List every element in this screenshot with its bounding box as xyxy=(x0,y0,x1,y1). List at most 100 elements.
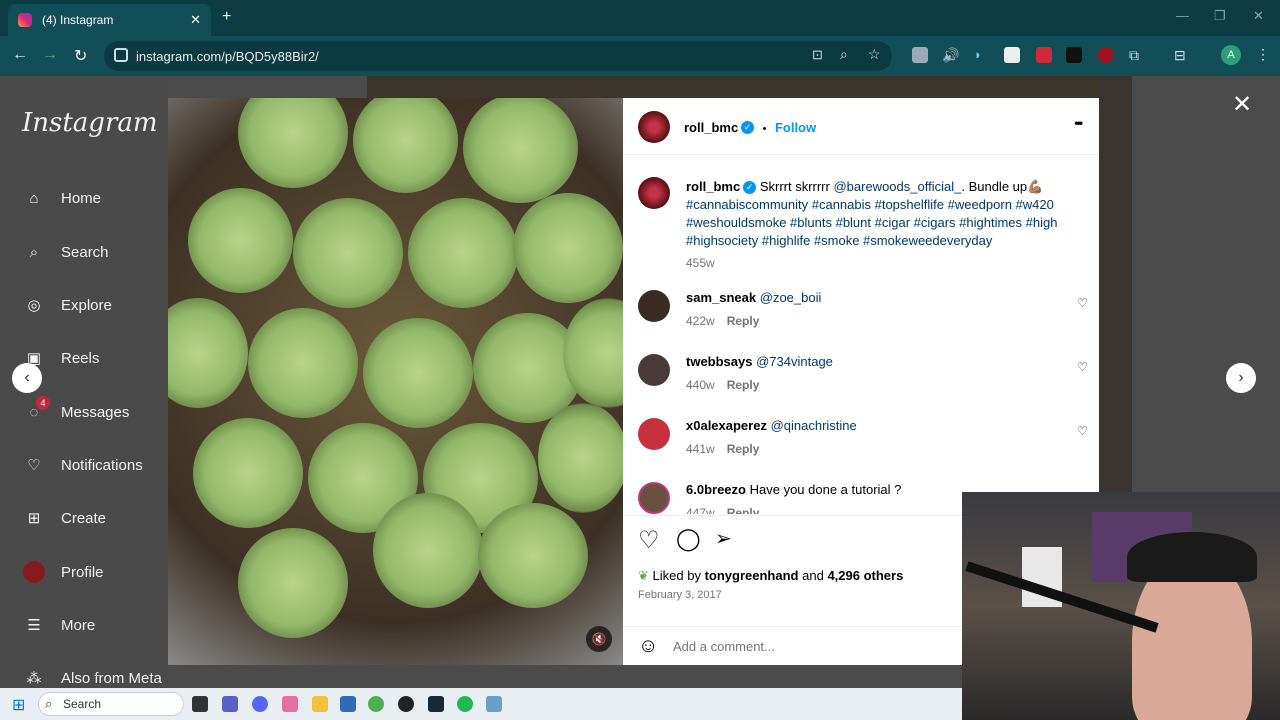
copilot-icon[interactable] xyxy=(282,696,298,712)
likes-count[interactable]: 4,296 others xyxy=(827,568,903,583)
like-comment-heart-icon[interactable]: ♡ xyxy=(1077,360,1088,374)
comment-text[interactable]: @734vintage xyxy=(756,354,833,369)
caption-hashtags[interactable]: #cannabiscommunity #cannabis #topshelfli… xyxy=(686,197,1057,248)
comment-username[interactable]: sam_sneak xyxy=(686,290,756,305)
bookmark-star-icon[interactable]: ☆ xyxy=(868,46,881,63)
minimize-icon[interactable]: — xyxy=(1176,8,1189,23)
sidebar-item-notifications[interactable]: ♡ Notifications xyxy=(22,453,142,477)
like-comment-heart-icon[interactable]: ♡ xyxy=(1077,296,1088,310)
webcam-overlay xyxy=(962,492,1280,720)
caption-author[interactable]: roll_bmc xyxy=(686,179,740,194)
instagram-favicon-icon xyxy=(18,13,32,27)
sidebar-item-search[interactable]: ⌕ Search xyxy=(22,240,109,264)
next-post-button[interactable]: › xyxy=(1226,363,1256,393)
chrome-icon[interactable] xyxy=(368,696,384,712)
tab-title: (4) Instagram xyxy=(42,13,114,27)
audio-extension-icon[interactable]: ◗ xyxy=(974,47,990,63)
browser-tab[interactable]: (4) Instagram ✕ xyxy=(8,4,211,36)
liked-by-user[interactable]: tonygreenhand xyxy=(705,568,799,583)
comment-username[interactable]: 6.0breezo xyxy=(686,482,746,497)
maximize-icon[interactable]: ❐ xyxy=(1214,8,1226,24)
site-info-icon[interactable] xyxy=(114,48,128,62)
reply-button[interactable]: Reply xyxy=(727,378,760,392)
sidebar-item-messages[interactable]: ◌ 4 Messages xyxy=(22,396,129,424)
sidebar-item-home[interactable]: ⌂ Home xyxy=(22,186,101,210)
close-window-icon[interactable]: ✕ xyxy=(1253,8,1264,24)
reload-icon[interactable]: ↻ xyxy=(74,46,87,66)
search-icon: ⌕ xyxy=(29,243,39,261)
header-separator: • xyxy=(762,123,767,135)
reply-button[interactable]: Reply xyxy=(727,442,760,456)
sidebar-item-profile[interactable]: Profile xyxy=(22,560,104,584)
blunt-end xyxy=(363,318,473,428)
comment-text[interactable]: @zoe_boii xyxy=(760,290,822,305)
home-icon: ⌂ xyxy=(29,189,39,207)
red-extension-icon[interactable] xyxy=(1036,47,1052,63)
shield-extension-icon[interactable] xyxy=(912,47,928,63)
file-explorer-icon[interactable] xyxy=(312,696,328,712)
previous-post-button[interactable]: ‹ xyxy=(12,363,42,393)
sidepanel-icon[interactable]: ⊟ xyxy=(1174,47,1190,63)
like-comment-heart-icon[interactable]: ♡ xyxy=(1077,424,1088,438)
close-post-icon[interactable]: ✕ xyxy=(1232,90,1252,119)
reply-button[interactable]: Reply xyxy=(727,506,760,514)
ublock-icon[interactable] xyxy=(1098,47,1114,63)
back-icon[interactable]: ← xyxy=(12,46,28,64)
sidebar-item-more[interactable]: ☰ More xyxy=(22,613,95,637)
comment-username[interactable]: twebbsays xyxy=(686,354,752,369)
like-heart-icon[interactable]: ♡ xyxy=(638,526,660,555)
author-avatar[interactable] xyxy=(638,111,670,143)
caption-mention[interactable]: @barewoods_official_ xyxy=(833,179,961,194)
menu-kebab-icon[interactable]: ⋮ xyxy=(1256,46,1270,63)
discord-icon[interactable] xyxy=(252,696,268,712)
extensions-puzzle-icon[interactable]: ⧉ xyxy=(1129,47,1145,63)
post-image[interactable]: 🔇 xyxy=(168,98,623,665)
more-options-icon[interactable]: ••• xyxy=(1074,116,1082,130)
commenter-avatar[interactable] xyxy=(638,418,670,450)
close-tab-icon[interactable]: ✕ xyxy=(190,12,201,28)
liked-by: ❦ Liked by tonygreenhand and 4,296 other… xyxy=(638,568,903,584)
photos-icon[interactable] xyxy=(486,696,502,712)
caption-author-avatar[interactable] xyxy=(638,177,670,209)
forward-icon[interactable]: → xyxy=(42,46,58,64)
commenter-avatar[interactable] xyxy=(638,290,670,322)
instagram-logo[interactable]: Instagram xyxy=(22,108,158,138)
verified-badge-icon: ✓ xyxy=(743,181,757,195)
new-tab-icon[interactable]: + xyxy=(222,8,231,26)
compass-icon: ◎ xyxy=(27,297,41,314)
profile-avatar[interactable]: A xyxy=(1221,45,1241,65)
share-send-icon[interactable]: ➢ xyxy=(715,526,732,551)
store-icon[interactable] xyxy=(340,696,356,712)
teams-icon[interactable] xyxy=(222,696,238,712)
dark-extension-icon[interactable] xyxy=(1066,47,1082,63)
post-header: roll_bmc ✓ • Follow ••• xyxy=(623,98,1099,155)
comment-username[interactable]: x0alexaperez xyxy=(686,418,767,433)
blunt-end xyxy=(478,503,588,608)
author-username[interactable]: roll_bmc xyxy=(684,120,738,135)
caption-tail: . Bundle up💪🏽 xyxy=(961,179,1044,194)
follow-button[interactable]: Follow xyxy=(775,120,816,135)
volume-extension-icon[interactable]: 🔊 xyxy=(942,47,959,63)
sidebar-item-create[interactable]: ⊞ Create xyxy=(22,506,106,530)
caption-age: 455w xyxy=(686,256,715,270)
sidebar-item-also-from-meta[interactable]: ⁂ Also from Meta xyxy=(22,666,162,688)
comment-text[interactable]: @qinachristine xyxy=(771,418,857,433)
spotify-icon[interactable] xyxy=(457,696,473,712)
mute-audio-icon[interactable]: 🔇 xyxy=(586,626,612,652)
task-view-icon[interactable] xyxy=(192,696,208,712)
steam-icon[interactable] xyxy=(428,696,444,712)
commenter-avatar[interactable] xyxy=(638,482,670,514)
windows-start-icon[interactable]: ⊞ xyxy=(12,695,25,715)
commenter-avatar[interactable] xyxy=(638,354,670,386)
address-bar[interactable]: instagram.com/p/BQD5y88Bir2/ ⊡ ⌕ ☆ xyxy=(104,41,892,71)
zoom-icon[interactable]: ⌕ xyxy=(840,46,848,63)
reply-button[interactable]: Reply xyxy=(727,314,760,328)
install-app-icon[interactable]: ⊡ xyxy=(812,47,823,63)
taskbar-search[interactable]: ⌕ Search xyxy=(38,692,184,716)
sidebar-item-explore[interactable]: ◎ Explore xyxy=(22,293,111,317)
messenger-icon: ◌ 4 xyxy=(22,396,50,424)
screen-extension-icon[interactable] xyxy=(1004,47,1020,63)
comment-bubble-icon[interactable]: ◯ xyxy=(676,526,701,552)
emoji-icon[interactable]: ☺ xyxy=(638,635,658,658)
obs-icon[interactable] xyxy=(398,696,414,712)
